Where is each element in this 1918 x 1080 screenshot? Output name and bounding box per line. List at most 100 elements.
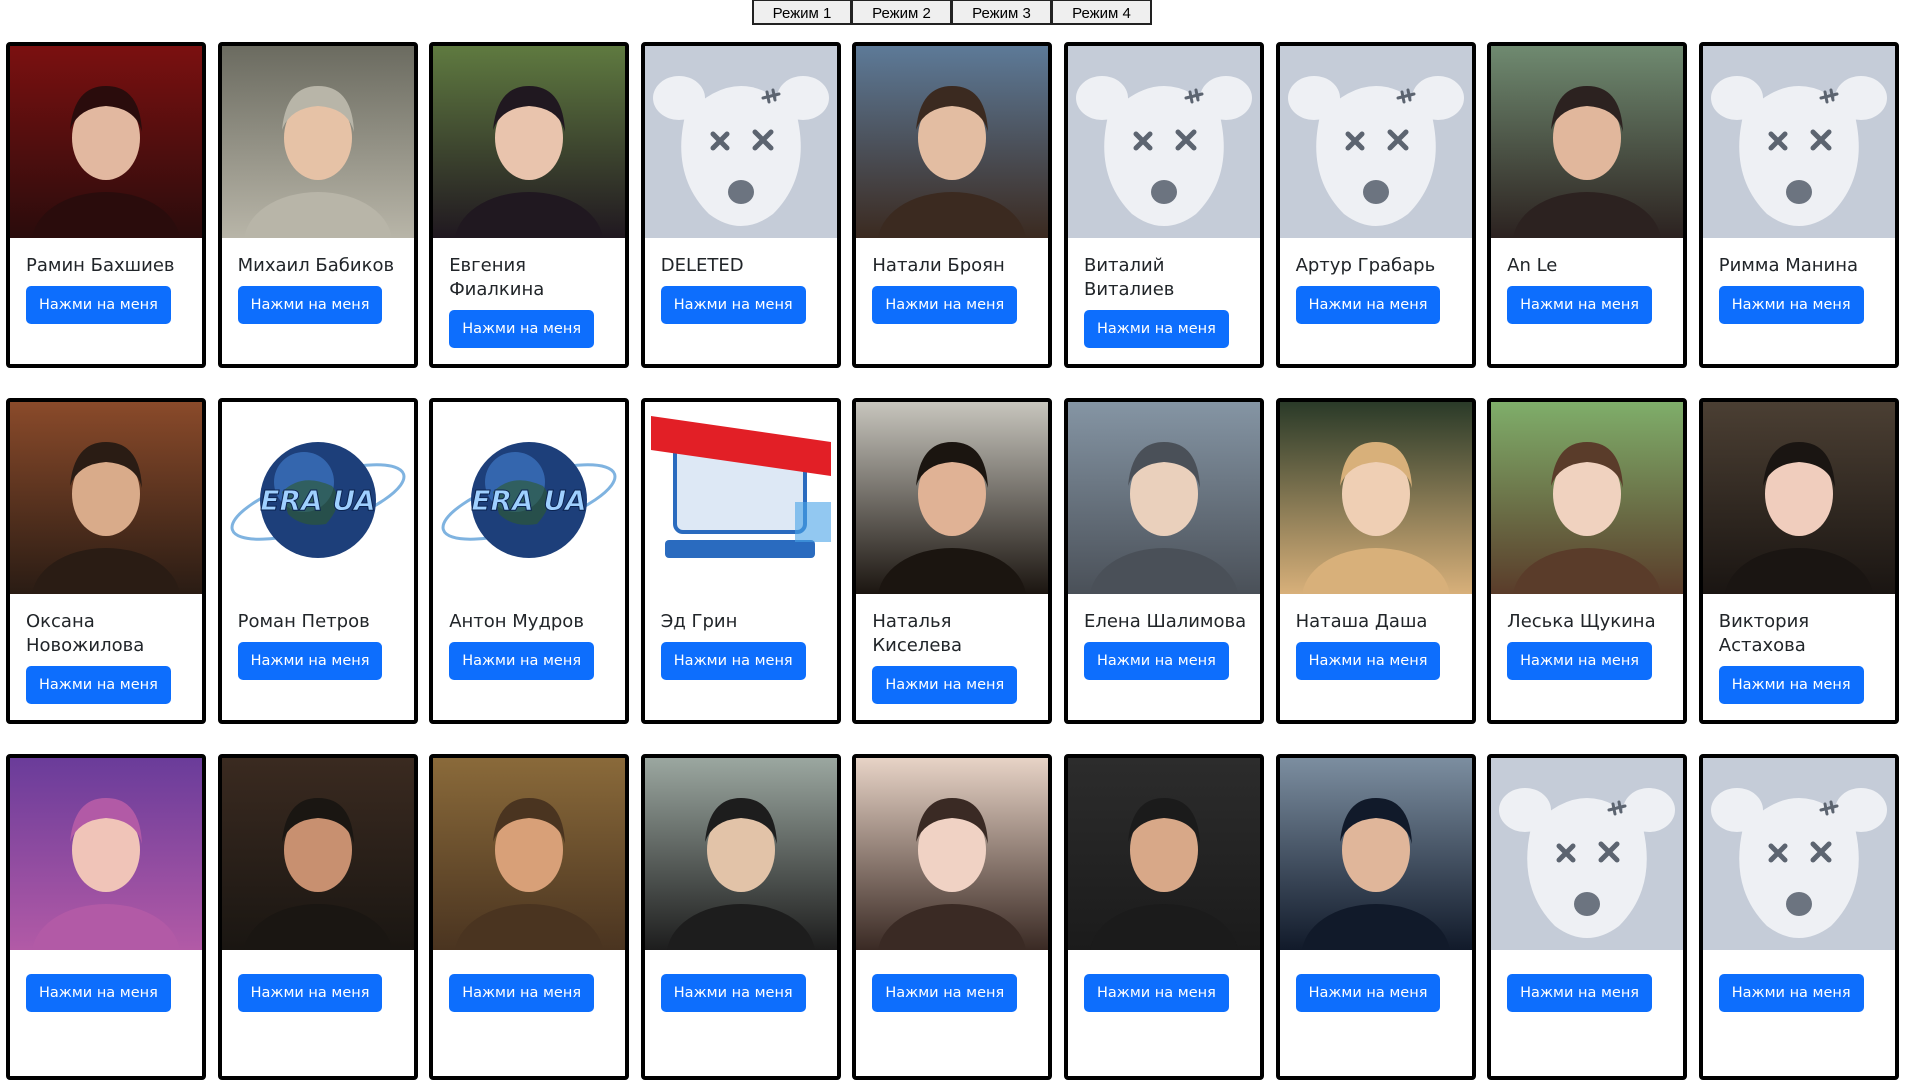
friend-name: Римма Манина [1718,255,1859,276]
avatar [1491,402,1684,594]
friend-name: Елена Шалимова [1083,611,1247,632]
press-me-button[interactable]: Нажми на меня [1507,286,1653,324]
press-me-button[interactable]: Нажми на меня [1083,642,1229,680]
press-me-button[interactable]: Нажми на меня [1295,642,1441,680]
press-me-button[interactable]: Нажми на меня [872,974,1018,1012]
friend-card: Наташа Даша Нажми на меня [1275,398,1476,724]
press-me-button[interactable]: Нажми на меня [449,642,595,680]
svg-text:ERA UA: ERA UA [472,484,587,517]
svg-text:ERA UA: ERA UA [260,484,375,517]
friend-card: Нажми на меня [1275,754,1476,1080]
friend-name: Леська Щукина [1507,611,1656,632]
avatar [433,46,626,238]
press-me-button[interactable]: Нажми на меня [26,666,171,704]
deleted-avatar-image [1279,46,1472,238]
press-me-button[interactable]: Нажми на меня [660,642,806,680]
press-me-button[interactable]: Нажми на меня [1295,286,1441,324]
friend-card: Оксана Новожилова Нажми на меня [6,398,206,724]
avatar [10,402,202,594]
avatar [1279,402,1472,594]
friend-name: Артур Грабарь [1295,255,1436,276]
friend-card: Нажми на меня [852,754,1053,1080]
press-me-button[interactable]: Нажми на меня [872,666,1018,704]
friend-card: Рамин Бахшиев Нажми на меня [6,42,206,368]
friend-card: Нажми на меня [6,754,206,1080]
avatar [856,46,1049,238]
friend-name: Оксана Новожилова [26,611,145,656]
avatar [1067,758,1260,950]
avatar [856,758,1049,950]
friend-name: Евгения Фиалкина [449,255,545,300]
friend-name: Натали Броян [872,255,1005,276]
friend-name: Михаил Бабиков [237,255,395,276]
press-me-button[interactable]: Нажми на меня [1507,974,1653,1012]
press-me-button[interactable]: Нажми на меня [660,286,806,324]
avatar [433,758,626,950]
avatar [221,758,414,950]
mode-2-button[interactable]: Режим 2 [852,0,952,25]
avatar [1279,758,1472,950]
friend-card: DELETED Нажми на меня [640,42,841,368]
friend-name: Наташа Даша [1295,611,1428,632]
friend-card: ERA UA Роман Петров Нажми на меня [217,398,418,724]
avatar [10,758,202,950]
friend-card: Нажми на меня [429,754,630,1080]
avatar [856,402,1049,594]
avatar [644,402,837,594]
friend-card: Нажми на меня [1698,754,1899,1080]
press-me-button[interactable]: Нажми на меня [26,974,171,1012]
avatar [644,758,837,950]
friend-name: Наталья Киселева [872,611,963,656]
friend-card: Евгения Фиалкина Нажми на меня [429,42,630,368]
friend-card: Виктория Астахова Нажми на меня [1698,398,1899,724]
press-me-button[interactable]: Нажми на меня [237,974,383,1012]
deleted-avatar-image [644,46,837,238]
friend-card: Натали Броян Нажми на меня [852,42,1053,368]
press-me-button[interactable]: Нажми на меня [449,974,595,1012]
friend-card: Виталий Виталиев Нажми на меня [1063,42,1264,368]
avatar [1491,46,1684,238]
avatar: ERA UA [221,402,414,594]
press-me-button[interactable]: Нажми на меня [237,286,383,324]
friend-card: Артур Грабарь Нажми на меня [1275,42,1476,368]
friend-card: Михаил Бабиков Нажми на меня [217,42,418,368]
press-me-button[interactable]: Нажми на меня [1295,974,1441,1012]
press-me-button[interactable]: Нажми на меня [237,642,383,680]
press-me-button[interactable]: Нажми на меня [1718,286,1864,324]
friend-card: ERA UA Антон Мудров Нажми на меня [429,398,630,724]
deleted-avatar-image [1491,758,1684,950]
mode-switcher: Режим 1 Режим 2 Режим 3 Режим 4 [752,0,1152,25]
friend-card: Римма Манина Нажми на меня [1698,42,1899,368]
mode-3-button[interactable]: Режим 3 [952,0,1052,25]
friend-card: Нажми на меня [640,754,841,1080]
mode-4-button[interactable]: Режим 4 [1052,0,1152,25]
friends-grid: Рамин Бахшиев Нажми на меня Михаил Бабико… [6,42,1901,1080]
press-me-button[interactable]: Нажми на меня [872,286,1018,324]
friend-name: An Le [1507,255,1558,276]
friend-name: Антон Мудров [449,611,584,632]
friend-card: Нажми на меня [1063,754,1264,1080]
avatar: ERA UA [433,402,626,594]
friend-name: DELETED [660,255,744,276]
press-me-button[interactable]: Нажми на меня [1718,666,1864,704]
friend-card: An Le Нажми на меня [1487,42,1688,368]
press-me-button[interactable]: Нажми на меня [26,286,171,324]
press-me-button[interactable]: Нажми на меня [1718,974,1864,1012]
press-me-button[interactable]: Нажми на меня [660,974,806,1012]
mode-1-button[interactable]: Режим 1 [752,0,852,25]
deleted-avatar-image [1702,758,1895,950]
deleted-avatar-image [1067,46,1260,238]
press-me-button[interactable]: Нажми на меня [1083,974,1229,1012]
friend-name: Рамин Бахшиев [26,255,175,276]
press-me-button[interactable]: Нажми на меня [1083,310,1229,348]
friend-name: Виталий Виталиев [1083,255,1175,300]
deleted-avatar-image [1702,46,1895,238]
friend-name: Эд Грин [660,611,738,632]
press-me-button[interactable]: Нажми на меня [449,310,595,348]
avatar [221,46,414,238]
avatar [10,46,202,238]
press-me-button[interactable]: Нажми на меня [1507,642,1653,680]
friend-card: Наталья Киселева Нажми на меня [852,398,1053,724]
friend-card: Нажми на меня [1487,754,1688,1080]
avatar [1067,402,1260,594]
